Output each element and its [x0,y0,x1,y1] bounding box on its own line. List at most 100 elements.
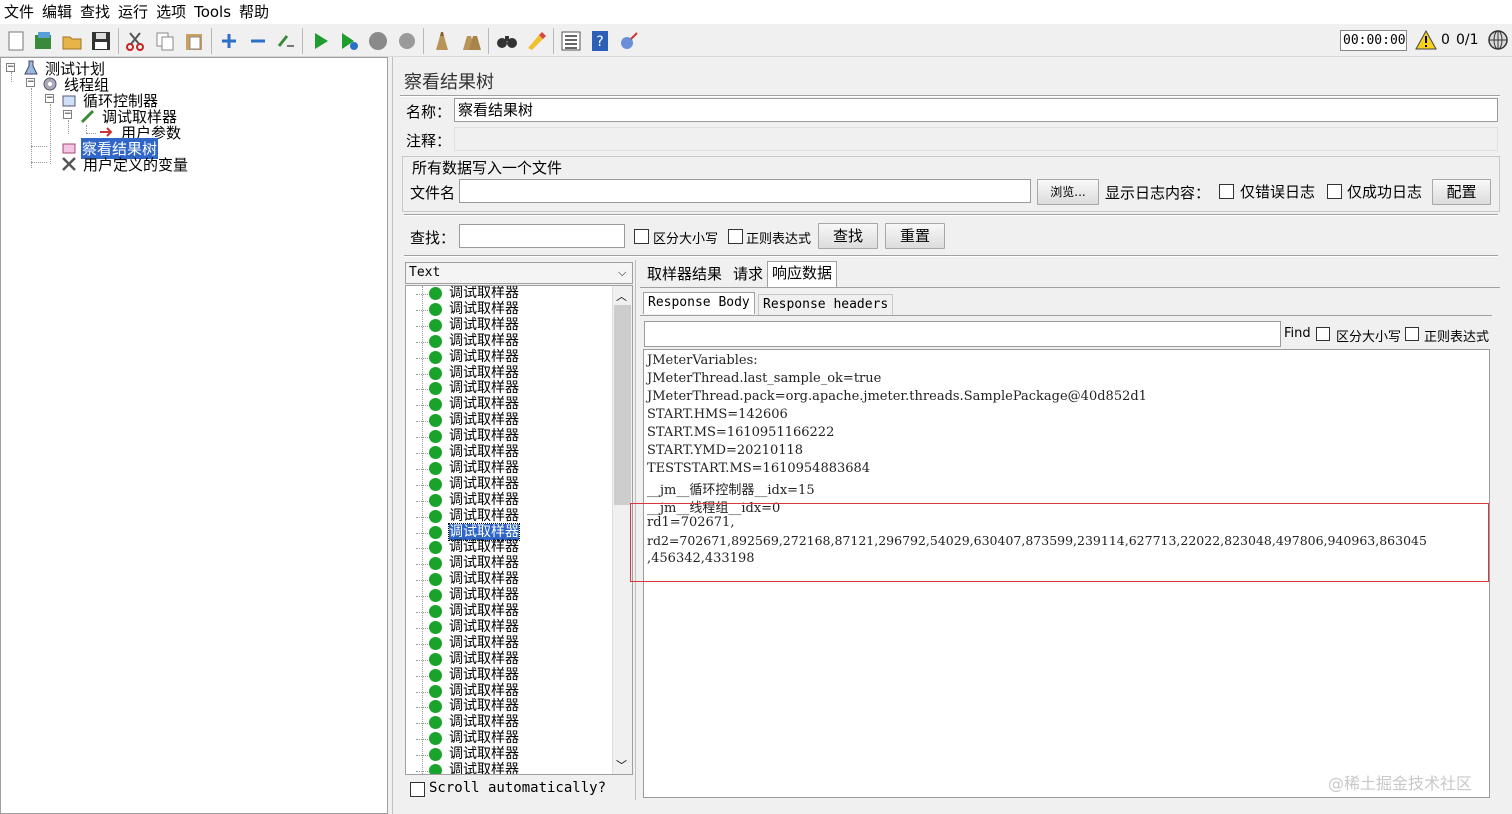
toolbar: ? [0,24,1512,57]
result-item[interactable]: 调试取样器 [406,635,606,652]
result-item[interactable]: 调试取样器 [406,714,606,731]
save-icon[interactable] [90,30,112,52]
tab-response-headers[interactable]: Response headers [758,294,894,316]
filename-input[interactable] [459,179,1031,203]
search-icon[interactable] [496,30,518,52]
result-item[interactable]: 调试取样器 [406,476,606,493]
function-helper-icon[interactable] [560,30,582,52]
menu-file[interactable]: 文件 [4,0,34,24]
start-no-pause-icon[interactable] [338,30,360,52]
response-case-checkbox[interactable] [1316,327,1330,341]
menu-options[interactable]: 选项 [156,0,186,24]
menu-search[interactable]: 查找 [80,0,110,24]
response-line: START.MS=1610951166222 [647,425,835,440]
collapse-toggle-thread-group[interactable]: − [26,78,35,87]
result-item[interactable]: 调试取样器 [406,492,606,509]
paste-icon[interactable] [183,30,205,52]
result-item[interactable]: 调试取样器 [406,539,606,556]
browse-button[interactable]: 浏览... [1037,179,1099,205]
reset-button[interactable]: 重置 [885,223,945,249]
success-check-icon [429,668,442,682]
case-sensitive-checkbox[interactable] [634,229,649,244]
response-find-input[interactable] [644,321,1281,347]
collapse-toggle-debug-sampler[interactable]: − [63,110,72,119]
menu-help[interactable]: 帮助 [239,0,269,24]
result-item[interactable]: 调试取样器 [406,349,606,366]
tab-response-body[interactable]: Response Body [643,292,755,314]
menu-tools[interactable]: Tools [194,0,231,24]
stop-icon[interactable] [367,30,389,52]
result-item[interactable]: 调试取样器 [406,428,606,445]
errors-only-checkbox[interactable] [1219,184,1234,199]
scroll-down-icon[interactable]: ﹀ [616,757,627,773]
tree-connector [416,659,428,661]
toggle-icon[interactable] [275,30,297,52]
success-check-icon [429,477,442,491]
result-item[interactable]: 调试取样器 [406,651,606,668]
start-icon[interactable] [310,30,332,52]
success-only-checkbox[interactable] [1327,184,1342,199]
collapse-toggle-loop-controller[interactable]: − [45,94,54,103]
renderer-select[interactable]: Text [405,262,633,284]
result-item[interactable]: 调试取样器 [406,286,606,302]
cut-icon[interactable] [124,30,146,52]
collapse-icon[interactable] [247,30,269,52]
warning-icon[interactable] [1415,30,1437,50]
result-item[interactable]: 调试取样器 [406,619,606,636]
remote-icon[interactable] [618,30,640,52]
clear-all-icon[interactable] [460,30,482,52]
copy-icon[interactable] [154,30,176,52]
scrollbar-thumb[interactable] [614,305,631,505]
reset-search-icon[interactable] [525,30,547,52]
tab-request[interactable]: 请求 [729,263,767,287]
result-item-label: 调试取样器 [449,762,519,775]
shutdown-icon[interactable] [396,30,418,52]
open-icon[interactable] [61,30,83,52]
search-input[interactable] [459,224,625,248]
result-item[interactable]: 调试取样器 [406,380,606,397]
result-item[interactable]: 调试取样器 [406,301,606,318]
scroll-up-icon[interactable]: ︿ [616,288,627,304]
result-item[interactable]: 调试取样器 [406,762,606,775]
response-regex-checkbox[interactable] [1405,327,1419,341]
result-item[interactable]: 调试取样器 [406,365,606,382]
result-item[interactable]: 调试取样器 [406,317,606,334]
find-button[interactable]: 查找 [818,223,878,249]
tree-connector [416,755,428,757]
result-item[interactable]: 调试取样器 [406,698,606,715]
result-item[interactable]: 调试取样器 [406,444,606,461]
menu-edit[interactable]: 编辑 [42,0,72,24]
clear-icon[interactable] [430,30,452,52]
regex-label: 正则表达式 [746,232,812,247]
result-item[interactable]: 调试取样器 [406,460,606,477]
regex-checkbox[interactable] [728,229,743,244]
result-item[interactable]: 调试取样器 [406,603,606,620]
chevron-down-icon[interactable]: ⌵ [618,266,626,280]
result-item[interactable]: 调试取样器 [406,571,606,588]
name-field[interactable]: 察看结果树 [454,98,1498,122]
tab-response-data[interactable]: 响应数据 [767,261,838,288]
result-item[interactable]: 调试取样器 [406,333,606,350]
config-button[interactable]: 配置 [1432,179,1491,205]
menu-run[interactable]: 运行 [118,0,148,24]
result-item[interactable]: 调试取样器 [406,555,606,572]
tree-node-user-vars[interactable]: 用户定义的变量 [83,154,188,175]
result-item[interactable]: 调试取样器 [406,683,606,700]
result-item[interactable]: 调试取样器 [406,396,606,413]
result-item[interactable]: 调试取样器 [406,587,606,604]
result-item[interactable]: 调试取样器 [406,412,606,429]
result-item[interactable]: 调试取样器 [406,522,606,541]
result-item[interactable]: 调试取样器 [406,730,606,747]
collapse-toggle-test-plan[interactable]: − [6,63,15,72]
comment-field[interactable] [454,127,1498,151]
remote-status-icon[interactable] [1487,29,1509,51]
templates-icon[interactable] [32,30,54,52]
help-icon[interactable]: ? [589,30,611,52]
result-item[interactable]: 调试取样器 [406,667,606,684]
result-item[interactable]: 调试取样器 [406,746,606,763]
result-item[interactable]: 调试取样器 [406,508,606,525]
expand-icon[interactable] [218,30,240,52]
scroll-auto-checkbox[interactable] [410,782,425,797]
new-icon[interactable] [5,30,27,52]
tab-sampler-result[interactable]: 取样器结果 [643,263,726,287]
